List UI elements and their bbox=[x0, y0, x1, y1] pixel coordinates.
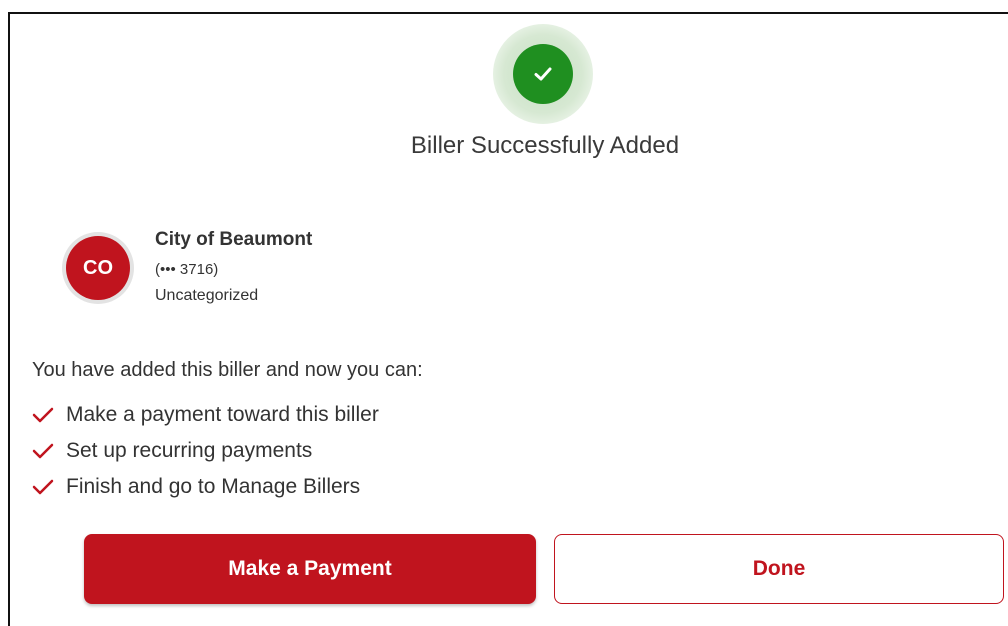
success-dialog: Biller Successfully Added CO City of Bea… bbox=[8, 12, 1008, 626]
make-a-payment-button[interactable]: Make a Payment bbox=[84, 534, 536, 604]
check-icon bbox=[513, 44, 573, 104]
capability-label: Finish and go to Manage Billers bbox=[66, 475, 361, 498]
check-icon bbox=[32, 479, 54, 495]
capability-label: Set up recurring payments bbox=[66, 439, 313, 462]
capability-item: Set up recurring payments bbox=[32, 433, 379, 469]
check-icon bbox=[32, 407, 54, 423]
done-button[interactable]: Done bbox=[554, 534, 1004, 604]
biller-name: City of Beaumont bbox=[155, 229, 313, 250]
capabilities-intro: You have added this biller and now you c… bbox=[32, 359, 423, 381]
capability-item: Finish and go to Manage Billers bbox=[32, 469, 379, 505]
check-icon bbox=[32, 443, 54, 459]
biller-avatar: CO bbox=[66, 236, 130, 300]
capabilities-list: Make a payment toward this biller Set up… bbox=[32, 397, 379, 505]
dialog-title: Biller Successfully Added bbox=[410, 132, 680, 159]
capability-item: Make a payment toward this biller bbox=[32, 397, 379, 433]
capability-label: Make a payment toward this biller bbox=[66, 403, 379, 426]
biller-category: Uncategorized bbox=[155, 287, 259, 304]
biller-account-number: (••• 3716) bbox=[155, 261, 219, 278]
